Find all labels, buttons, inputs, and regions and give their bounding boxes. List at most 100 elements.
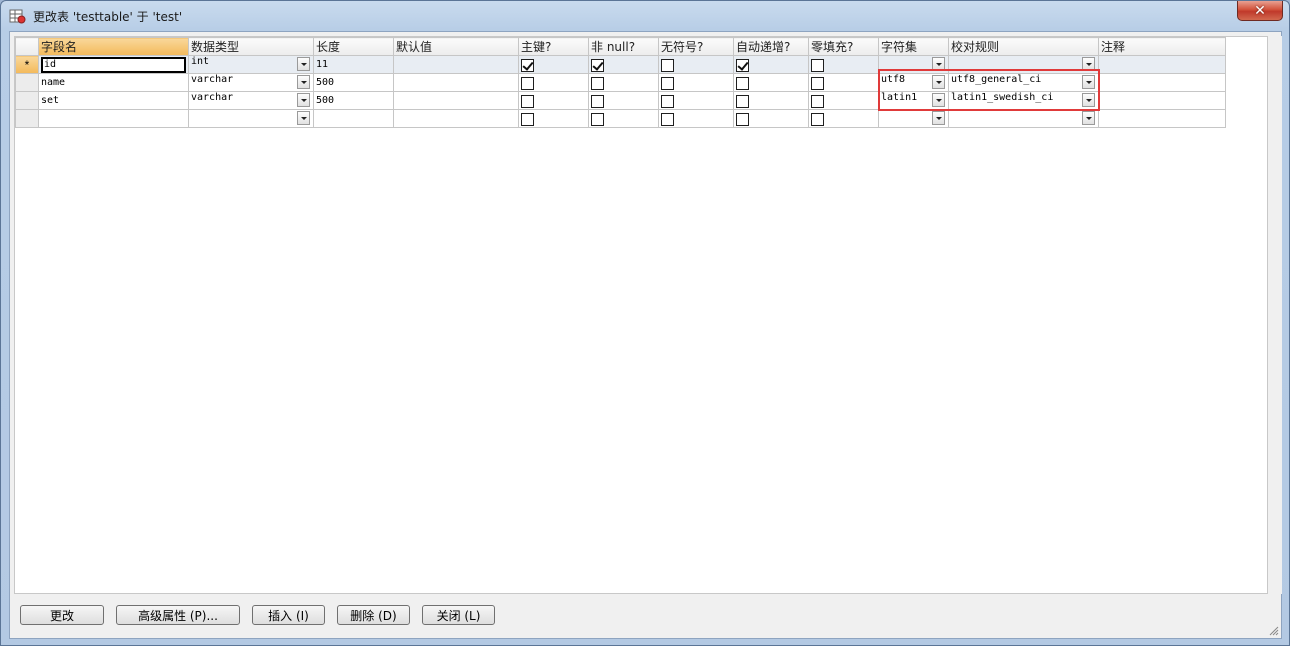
cell-not-null[interactable] — [588, 73, 659, 92]
cell-collation[interactable] — [948, 55, 1099, 74]
col-header-data-type[interactable]: 数据类型 — [188, 37, 314, 56]
auto-increment-checkbox[interactable] — [736, 76, 749, 90]
chevron-down-icon[interactable] — [932, 57, 945, 71]
cell-data-type[interactable]: varchar — [188, 91, 314, 110]
chevron-down-icon[interactable] — [932, 75, 945, 89]
not-null-checkbox[interactable] — [591, 94, 604, 108]
col-header-charset[interactable]: 字符集 — [878, 37, 949, 56]
close-window-button[interactable]: ✕ — [1237, 1, 1283, 21]
table-row[interactable]: name varchar 500 utf8 utf8_general_ci — [15, 73, 1226, 92]
cell-data-type[interactable] — [188, 109, 314, 128]
chevron-down-icon[interactable] — [297, 75, 310, 89]
col-header-not-null[interactable]: 非 null? — [588, 37, 659, 56]
col-header-comment[interactable]: 注释 — [1098, 37, 1226, 56]
cell-field-name[interactable]: id — [38, 55, 189, 74]
cell-auto-increment[interactable] — [733, 91, 809, 110]
row-header[interactable] — [15, 109, 39, 128]
cell-unsigned[interactable] — [658, 55, 734, 74]
alter-button[interactable]: 更改 — [20, 605, 104, 625]
unsigned-checkbox[interactable] — [661, 94, 674, 108]
auto-increment-checkbox[interactable] — [736, 94, 749, 108]
chevron-down-icon[interactable] — [932, 111, 945, 125]
col-header-default[interactable]: 默认值 — [393, 37, 519, 56]
not-null-checkbox[interactable] — [591, 58, 604, 72]
auto-increment-checkbox[interactable] — [736, 112, 749, 126]
cell-comment[interactable] — [1098, 109, 1226, 128]
cell-unsigned[interactable] — [658, 109, 734, 128]
cell-zerofill[interactable] — [808, 109, 879, 128]
row-header[interactable] — [15, 91, 39, 110]
cell-default[interactable] — [393, 73, 519, 92]
col-header-unsigned[interactable]: 无符号? — [658, 37, 734, 56]
cell-charset[interactable] — [878, 55, 949, 74]
cell-length[interactable] — [313, 109, 394, 128]
cell-primary-key[interactable] — [518, 73, 589, 92]
chevron-down-icon[interactable] — [1082, 93, 1095, 107]
chevron-down-icon[interactable] — [1082, 57, 1095, 71]
resize-grip-icon[interactable] — [1269, 626, 1279, 636]
chevron-down-icon[interactable] — [1082, 75, 1095, 89]
table-row[interactable]: * id int 11 — [15, 55, 1226, 74]
delete-button[interactable]: 删除 (D) — [337, 605, 410, 625]
cell-zerofill[interactable] — [808, 73, 879, 92]
col-header-field-name[interactable]: 字段名 — [38, 37, 189, 56]
cell-collation[interactable] — [948, 109, 1099, 128]
chevron-down-icon[interactable] — [297, 57, 310, 71]
zerofill-checkbox[interactable] — [811, 58, 824, 72]
cell-auto-increment[interactable] — [733, 73, 809, 92]
cell-length[interactable]: 500 — [313, 91, 394, 110]
primary-key-checkbox[interactable] — [521, 76, 534, 90]
primary-key-checkbox[interactable] — [521, 112, 534, 126]
cell-default[interactable] — [393, 55, 519, 74]
cell-charset[interactable]: latin1 — [878, 91, 949, 110]
chevron-down-icon[interactable] — [932, 93, 945, 107]
row-header[interactable]: * — [15, 55, 39, 74]
cell-zerofill[interactable] — [808, 91, 879, 110]
cell-auto-increment[interactable] — [733, 109, 809, 128]
unsigned-checkbox[interactable] — [661, 76, 674, 90]
cell-default[interactable] — [393, 109, 519, 128]
cell-primary-key[interactable] — [518, 91, 589, 110]
chevron-down-icon[interactable] — [297, 111, 310, 125]
chevron-down-icon[interactable] — [1082, 111, 1095, 125]
cell-collation[interactable]: utf8_general_ci — [948, 73, 1099, 92]
cell-charset[interactable] — [878, 109, 949, 128]
cell-data-type[interactable]: int — [188, 55, 314, 74]
cell-not-null[interactable] — [588, 55, 659, 74]
table-row[interactable]: set varchar 500 latin1 latin1_swedish_ci — [15, 91, 1226, 110]
zerofill-checkbox[interactable] — [811, 76, 824, 90]
cell-field-name[interactable]: set — [38, 91, 189, 110]
unsigned-checkbox[interactable] — [661, 58, 674, 72]
insert-button[interactable]: 插入 (I) — [252, 605, 325, 625]
cell-zerofill[interactable] — [808, 55, 879, 74]
cell-not-null[interactable] — [588, 91, 659, 110]
cell-data-type[interactable]: varchar — [188, 73, 314, 92]
cell-unsigned[interactable] — [658, 91, 734, 110]
zerofill-checkbox[interactable] — [811, 112, 824, 126]
cell-length[interactable]: 500 — [313, 73, 394, 92]
zerofill-checkbox[interactable] — [811, 94, 824, 108]
cell-unsigned[interactable] — [658, 73, 734, 92]
cell-not-null[interactable] — [588, 109, 659, 128]
cell-charset[interactable]: utf8 — [878, 73, 949, 92]
cell-collation[interactable]: latin1_swedish_ci — [948, 91, 1099, 110]
table-row[interactable] — [15, 109, 1226, 128]
col-header-collation[interactable]: 校对规则 — [948, 37, 1099, 56]
cell-field-name[interactable]: name — [38, 73, 189, 92]
cell-comment[interactable] — [1098, 91, 1226, 110]
not-null-checkbox[interactable] — [591, 76, 604, 90]
field-name-input[interactable]: id — [41, 56, 186, 73]
not-null-checkbox[interactable] — [591, 112, 604, 126]
cell-field-name[interactable] — [38, 109, 189, 128]
col-header-primary-key[interactable]: 主键? — [518, 37, 589, 56]
auto-increment-checkbox[interactable] — [736, 58, 749, 72]
title-bar[interactable]: 更改表 'testtable' 于 'test' ✕ — [1, 1, 1289, 31]
chevron-down-icon[interactable] — [297, 93, 310, 107]
cell-default[interactable] — [393, 91, 519, 110]
advanced-properties-button[interactable]: 高级属性 (P)... — [116, 605, 240, 625]
cell-comment[interactable] — [1098, 55, 1226, 74]
unsigned-checkbox[interactable] — [661, 112, 674, 126]
primary-key-checkbox[interactable] — [521, 58, 534, 72]
row-header[interactable] — [15, 73, 39, 92]
col-header-length[interactable]: 长度 — [313, 37, 394, 56]
